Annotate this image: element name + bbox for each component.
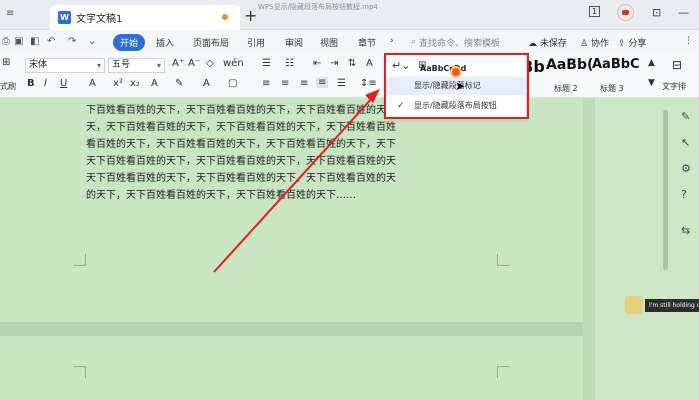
tab-insert[interactable]: 插入 — [156, 36, 174, 49]
clear-format-icon[interactable]: ◇ — [206, 58, 214, 69]
superscript-icon[interactable]: x² — [113, 78, 123, 89]
italic-icon[interactable]: I — [44, 78, 47, 89]
tab-chapter[interactable]: 章节 — [358, 36, 376, 49]
numbered-list-icon[interactable]: ☷ — [285, 58, 294, 69]
document-page-2[interactable] — [0, 336, 583, 400]
align-right-icon[interactable]: ≡ — [300, 78, 308, 89]
line-spacing-icon[interactable]: ↕≡ — [360, 78, 377, 89]
text-line: 的天下，天下百姓看百姓的天下，天下百姓看百姓的天下…… — [86, 190, 356, 201]
unsaved-button[interactable]: ☁ 未保存 — [528, 36, 567, 49]
sliders-icon[interactable]: ⚙ — [681, 162, 691, 175]
grow-font-icon[interactable]: A⁺ — [172, 58, 184, 69]
tab-references[interactable]: 引用 — [247, 36, 265, 49]
style-scroll-down[interactable]: ▼ — [648, 78, 655, 88]
distributed-icon[interactable]: ☰ — [337, 78, 346, 89]
style-heading3[interactable]: AaBbC 标题 3 — [592, 57, 640, 95]
minimize-icon[interactable]: — — [678, 6, 689, 19]
redo-icon[interactable]: ↷ — [68, 36, 76, 47]
more-tabs-icon[interactable]: › — [390, 36, 394, 46]
crop-mark — [74, 366, 86, 378]
crop-mark — [497, 254, 509, 266]
text-line: 看百姓的天下，天下百姓看百姓的天下，天下百姓看百姓的天下，天下 — [86, 139, 396, 150]
video-title-overlay: WPS显示/隐藏段落布局按钮教程.mp4 — [258, 3, 378, 11]
shrink-font-icon[interactable]: A⁻ — [188, 58, 200, 69]
text-tools-icon[interactable]: ⊟ — [672, 58, 682, 72]
crop-mark — [497, 366, 509, 378]
font-color-icon[interactable]: A — [203, 78, 210, 89]
decrease-indent-icon[interactable]: ⇤ — [313, 58, 321, 69]
tab-count-icon[interactable]: 1 — [589, 6, 601, 17]
help-icon[interactable]: ? — [681, 188, 687, 201]
tab-review[interactable]: 审阅 — [285, 36, 303, 49]
undo-icon[interactable]: ↶ — [47, 36, 55, 47]
avatar[interactable] — [617, 4, 634, 21]
document-page[interactable]: 下百姓看百姓的天下，天下百姓看百姓的天下，天下百姓看百姓的天 天，天下百姓看百姓… — [0, 98, 583, 322]
text-effect-icon[interactable]: A — [151, 78, 158, 89]
search-placeholder: 查找命令、搜索模板 — [419, 38, 501, 49]
app-menu-icon[interactable]: ≡ — [6, 8, 14, 19]
print-icon[interactable]: ⎙ — [2, 36, 10, 47]
wps-doc-icon: W — [58, 11, 71, 24]
underline-icon[interactable]: U — [60, 78, 67, 89]
font-name-select[interactable]: 宋体 ▾ — [25, 58, 105, 73]
chat-popup[interactable]: I'm still holding o — [625, 295, 699, 315]
save-icon[interactable]: ▣ — [14, 36, 23, 47]
chevron-down-icon: ▾ — [156, 61, 161, 70]
align-left-icon[interactable]: ≡ — [262, 78, 270, 89]
page-shadow — [583, 98, 595, 400]
bullet-list-icon[interactable]: ☰ — [262, 58, 271, 69]
share-button[interactable]: ⇪ 分享 — [618, 36, 646, 49]
text-line: 天，天下百姓看百姓的天下，天下百姓看百姓的天下，天下百姓看百姓 — [86, 122, 396, 133]
format-painter-icon[interactable]: ⊞ — [2, 57, 10, 68]
text-line: 天下百姓看百姓的天下，天下百姓看百姓的天下，天下百姓看百姓的天 — [86, 173, 396, 184]
tab-view[interactable]: 视图 — [320, 36, 338, 49]
highlight-box — [384, 53, 529, 119]
char-scale-icon[interactable]: A — [366, 58, 373, 69]
subscript-icon[interactable]: x₂ — [130, 78, 140, 89]
edit-icon[interactable]: ✎ — [681, 110, 690, 123]
phonetic-icon[interactable]: wén — [223, 58, 244, 69]
tab-home[interactable]: 开始 — [113, 34, 146, 51]
align-center-icon[interactable]: ≡ — [281, 78, 289, 89]
search-icon: ⌕ — [411, 37, 417, 47]
bold-icon[interactable]: B — [27, 78, 35, 89]
unsaved-dot — [222, 14, 228, 20]
style-heading2[interactable]: AaBb( 标题 2 — [546, 57, 593, 95]
select-cursor-icon[interactable]: ↖ — [681, 136, 690, 149]
collab-button[interactable]: ♙ 协作 — [580, 36, 609, 49]
more-icon[interactable]: ⋮ — [684, 36, 693, 46]
menu-bar: ⎙ ▣ ◧ ↶ ↷ ⌄ 开始 插入 页面布局 引用 审阅 视图 章节 › ⌕ 查… — [0, 30, 699, 54]
ribbon: ⊞ 式刷 宋体 ▾ 五号 ▾ A⁺ A⁻ ◇ wén B I U A x² x₂ A… — [0, 54, 699, 98]
text-line: 天下百姓看百姓的天下，天下百姓看百姓的天下，天下百姓看百姓的天 — [86, 156, 396, 167]
sort-icon[interactable]: ⇅ — [348, 58, 356, 69]
justify-icon[interactable]: ≡ — [316, 77, 329, 88]
new-tab-button[interactable]: + — [244, 6, 257, 25]
chat-message: I'm still holding o — [645, 298, 699, 312]
command-search[interactable]: ⌕ 查找命令、搜索模板 — [411, 34, 521, 50]
strikethrough-icon[interactable]: A — [89, 78, 96, 89]
document-tab-title: 文字文稿1 — [76, 14, 123, 25]
translate-icon[interactable]: ⇆ — [681, 224, 690, 237]
dropdown-icon[interactable]: ⌄ — [88, 36, 96, 47]
chat-avatar — [625, 296, 643, 314]
char-border-icon[interactable]: ▢ — [228, 78, 237, 89]
highlight-icon[interactable]: ✎ — [175, 78, 183, 89]
increase-indent-icon[interactable]: ⇥ — [330, 58, 338, 69]
font-size-select[interactable]: 五号 ▾ — [108, 58, 165, 73]
crop-mark — [74, 254, 86, 266]
page-gap — [0, 322, 583, 336]
document-tab[interactable]: W 文字文稿1 — [50, 5, 240, 30]
window-mode-icon[interactable]: ⊡ — [652, 6, 661, 19]
format-painter-label: 式刷 — [0, 82, 16, 91]
tab-page-layout[interactable]: 页面布局 — [193, 36, 229, 49]
text-tools-label[interactable]: 文字排 — [662, 81, 686, 92]
preview-icon[interactable]: ◧ — [30, 36, 39, 47]
title-bar: ≡ W 文字文稿1 + WPS显示/隐藏段落布局按钮教程.mp4 1 ⊡ — — [0, 0, 699, 30]
vertical-scrollbar[interactable] — [663, 110, 668, 270]
chevron-down-icon: ▾ — [96, 61, 101, 70]
style-scroll-up[interactable]: ▲ — [648, 58, 655, 68]
